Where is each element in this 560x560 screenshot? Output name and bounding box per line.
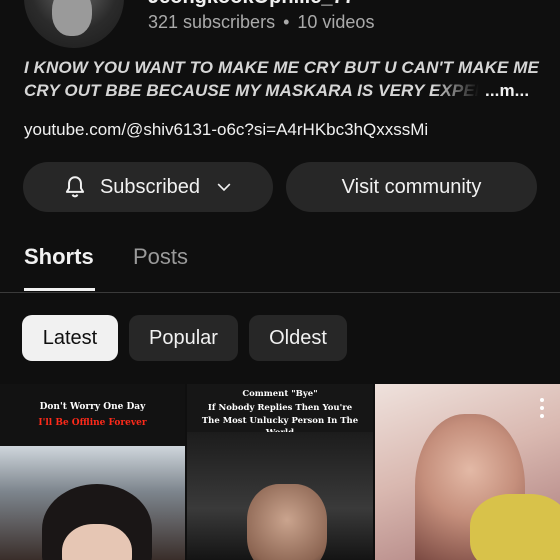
channel-tabs: Shorts Posts [0,240,560,293]
short-thumbnail-1[interactable]: Don't Worry One Day I'll Be Offline Fore… [0,384,185,560]
visit-community-button[interactable]: Visit community [286,162,537,212]
tab-posts[interactable]: Posts [133,244,188,270]
short-thumbnail-3[interactable] [375,384,560,560]
short-1-caption-2: I'll Be Offline Forever [38,418,147,428]
description-line-1: I KNOW YOU WANT TO MAKE ME CRY BUT U CAN… [24,58,539,77]
bell-icon [65,176,85,198]
filter-latest[interactable]: Latest [22,315,118,361]
avatar-face [52,0,92,36]
filter-popular[interactable]: Popular [129,315,238,361]
short-2-caption-2: If Nobody Replies Then You're [207,403,353,413]
filter-oldest[interactable]: Oldest [249,315,347,361]
subscribed-button[interactable]: Subscribed [23,162,273,212]
tab-shorts[interactable]: Shorts [24,244,94,270]
channel-link[interactable]: youtube.com/@shiv6131-o6c?si=A4rHKbc3hQx… [24,120,428,140]
active-tab-indicator [24,288,95,291]
channel-stats: 321 subscribers • 10 videos [148,12,374,33]
channel-avatar[interactable] [24,0,124,48]
video-count: 10 videos [297,12,375,32]
stats-separator: • [283,12,290,32]
description-line-2: CRY OUT BBE BECAUSE MY MASKARA IS VERY E… [24,81,479,100]
subscribed-label: Subscribed [99,175,201,198]
description-more[interactable]: ...m... [485,79,529,102]
short-2-hands [247,484,327,560]
subscriber-count: 321 subscribers [148,12,276,32]
short-3-dress [470,494,560,560]
short-2-caption-1: Comment "Bye" [242,389,318,399]
short-thumbnail-2[interactable]: Comment "Bye" If Nobody Replies Then You… [187,384,373,560]
chevron-down-icon [217,183,231,192]
channel-description[interactable]: I KNOW YOU WANT TO MAKE ME CRY BUT U CAN… [24,56,544,102]
short-1-caption-1: Don't Worry One Day [39,402,146,412]
channel-name: JeongkookOphilic_77 [148,0,355,9]
more-vert-icon[interactable] [540,398,544,418]
visit-community-label: Visit community [341,175,482,198]
